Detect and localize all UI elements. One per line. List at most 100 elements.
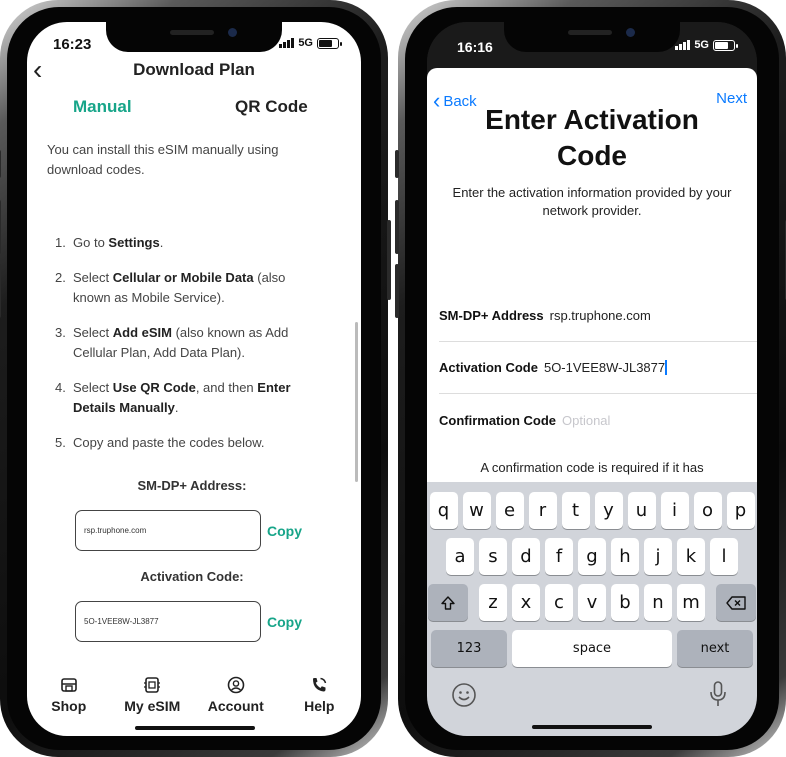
volume-up-button — [0, 200, 1, 254]
key-a[interactable]: a — [446, 538, 474, 575]
nav-shop[interactable]: Shop — [29, 674, 109, 736]
battery-icon — [713, 39, 738, 51]
key-y[interactable]: y — [594, 492, 623, 529]
nav-label: Account — [207, 698, 264, 714]
shift-key-icon[interactable] — [428, 584, 468, 621]
activation-code-input[interactable]: 5O-1VEE8W-JL3877 — [544, 360, 665, 375]
next-key[interactable]: next — [677, 630, 753, 667]
volume-down-button — [0, 264, 1, 318]
emoji-icon[interactable] — [451, 682, 477, 708]
smdp-address-row[interactable]: SM-DP+ Address rsp.truphone.com — [439, 290, 757, 342]
key-r[interactable]: r — [528, 492, 557, 529]
copy-smdp-button[interactable]: Copy — [267, 523, 302, 539]
step-item: 1. Go to Settings. — [55, 235, 164, 250]
signal-icon — [675, 40, 691, 50]
space-key[interactable]: space — [512, 630, 672, 667]
right-phone-frame: 16:16 5G ‹ Back Next Enter Activation Co… — [395, 0, 786, 757]
status-time: 16:16 — [457, 39, 493, 55]
keyboard-row-3: z x c v b n m — [427, 584, 757, 621]
status-time: 16:23 — [53, 36, 92, 53]
key-g[interactable]: g — [578, 538, 606, 575]
microphone-icon[interactable] — [709, 680, 727, 708]
battery-icon — [317, 37, 342, 49]
backspace-key-icon[interactable] — [716, 584, 756, 621]
confirmation-code-input[interactable]: Optional — [562, 413, 610, 428]
left-screen: 16:23 5G ‹ Download Plan Manual QR Code … — [27, 22, 361, 736]
network-label: 5G — [694, 39, 709, 51]
key-m[interactable]: m — [677, 584, 705, 621]
tab-qr-code[interactable]: QR Code — [235, 97, 308, 117]
step-item: 2. Select Cellular or Mobile Data (also k… — [55, 270, 286, 305]
key-f[interactable]: f — [545, 538, 573, 575]
key-p[interactable]: p — [726, 492, 755, 529]
shop-icon — [58, 674, 80, 696]
notch — [504, 22, 680, 52]
key-k[interactable]: k — [677, 538, 705, 575]
account-icon — [225, 674, 247, 696]
sim-chip-icon — [141, 674, 163, 696]
signal-icon — [279, 38, 295, 48]
intro-text: You can install this eSIM manually using… — [47, 142, 279, 177]
title-line-1: Enter Activation — [485, 104, 699, 135]
key-c[interactable]: c — [545, 584, 573, 621]
page-title: Enter Activation Code — [427, 102, 757, 174]
copy-activation-button[interactable]: Copy — [267, 614, 302, 630]
tab-manual[interactable]: Manual — [73, 97, 132, 117]
key-b[interactable]: b — [611, 584, 639, 621]
onscreen-keyboard: q w e r t y u i o p a s d f g h j k l z … — [427, 482, 757, 736]
status-icons: 5G — [675, 39, 738, 51]
mute-switch — [0, 150, 1, 178]
smdp-address-value[interactable]: rsp.truphone.com — [550, 308, 651, 323]
key-o[interactable]: o — [693, 492, 722, 529]
activation-code-row[interactable]: Activation Code 5O-1VEE8W-JL3877 — [439, 342, 757, 394]
key-l[interactable]: l — [710, 538, 738, 575]
instruction-steps: 1. Go to Settings. 2. Select Cellular or M… — [55, 233, 320, 468]
key-e[interactable]: e — [495, 492, 524, 529]
key-h[interactable]: h — [611, 538, 639, 575]
key-x[interactable]: x — [512, 584, 540, 621]
nav-label: Shop — [51, 698, 87, 714]
smdp-address-field[interactable]: rsp.truphone.com — [75, 510, 261, 551]
subtitle: Enter the activation information provide… — [452, 185, 732, 218]
power-button — [387, 220, 391, 300]
smdp-address-label: SM-DP+ Address: — [137, 478, 247, 493]
key-t[interactable]: t — [561, 492, 590, 529]
keyboard-row-4: 123 space next — [427, 630, 757, 667]
scrollbar[interactable] — [355, 322, 358, 482]
step-item: 4. Select Use QR Code, and then Enter Det… — [55, 380, 291, 415]
volume-up-button — [395, 200, 399, 254]
key-s[interactable]: s — [479, 538, 507, 575]
confirmation-code-row[interactable]: Confirmation Code Optional — [439, 394, 757, 446]
activation-code-label: Activation Code: — [140, 569, 244, 584]
key-j[interactable]: j — [644, 538, 672, 575]
key-u[interactable]: u — [627, 492, 656, 529]
left-phone-frame: 16:23 5G ‹ Download Plan Manual QR Code … — [0, 0, 391, 757]
nav-label: Help — [304, 698, 335, 714]
home-indicator[interactable] — [532, 725, 652, 729]
key-z[interactable]: z — [479, 584, 507, 621]
page-title: Download Plan — [133, 60, 255, 79]
key-d[interactable]: d — [512, 538, 540, 575]
text-caret — [665, 360, 667, 375]
key-v[interactable]: v — [578, 584, 606, 621]
network-label: 5G — [298, 37, 313, 49]
key-q[interactable]: q — [429, 492, 458, 529]
nav-help[interactable]: Help — [279, 674, 359, 736]
step-item: 3. Select Add eSIM (also known as Add Cel… — [55, 325, 289, 360]
confirmation-code-key: Confirmation Code — [439, 412, 556, 428]
activation-code-field[interactable]: 5O-1VEE8W-JL3877 — [75, 601, 261, 642]
volume-down-button — [395, 264, 399, 318]
activation-code-key: Activation Code — [439, 360, 538, 375]
key-i[interactable]: i — [660, 492, 689, 529]
smdp-address-key: SM-DP+ Address — [439, 308, 544, 323]
phone-help-icon — [308, 674, 330, 696]
activation-sheet: ‹ Back Next Enter Activation Code Enter … — [427, 68, 757, 488]
keyboard-row-1: q w e r t y u i o p — [427, 492, 757, 529]
mute-switch — [395, 150, 399, 178]
home-indicator[interactable] — [135, 726, 255, 730]
confirmation-note: A confirmation code is required if it ha… — [480, 460, 704, 475]
right-screen: 16:16 5G ‹ Back Next Enter Activation Co… — [427, 22, 757, 736]
key-w[interactable]: w — [462, 492, 491, 529]
numbers-key[interactable]: 123 — [431, 630, 507, 667]
key-n[interactable]: n — [644, 584, 672, 621]
